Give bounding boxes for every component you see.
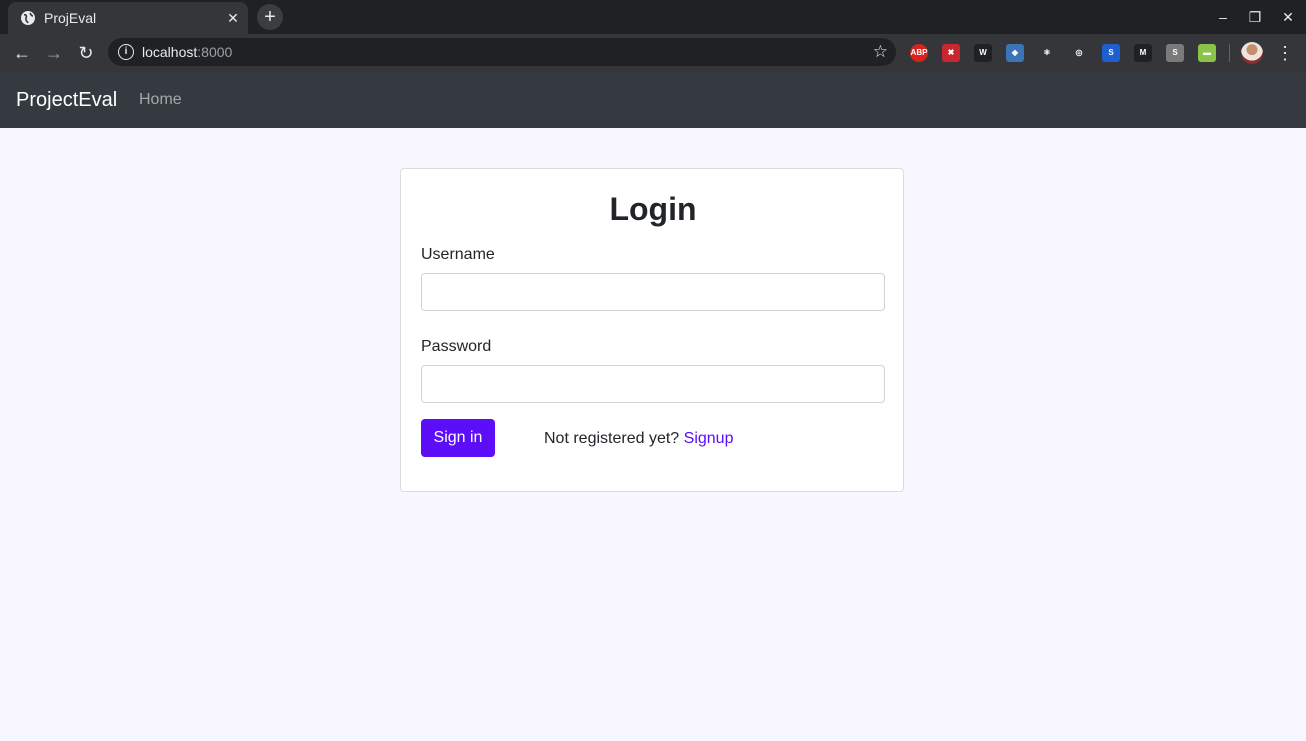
window-close-icon[interactable]: ✕ (1277, 8, 1299, 26)
url-host: localhost (142, 44, 198, 60)
extension-m-icon[interactable]: M (1134, 44, 1152, 62)
password-field[interactable] (421, 365, 885, 403)
extension-green-icon[interactable]: ▬ (1198, 44, 1216, 62)
signup-prompt-text: Not registered yet? (544, 430, 680, 447)
url-text: localhost:8000 (142, 44, 232, 60)
globe-icon (21, 11, 35, 25)
python-icon[interactable]: ◆ (1006, 44, 1024, 62)
bookmark-star-icon[interactable]: ☆ (873, 42, 888, 62)
extension-w-icon[interactable]: W (974, 44, 992, 62)
extension-s-blue-icon[interactable]: S (1102, 44, 1120, 62)
adblock-plus-icon[interactable]: ABP (910, 44, 928, 62)
target-icon[interactable]: ◎ (1070, 44, 1088, 62)
password-label: Password (421, 338, 492, 355)
browser-menu-icon[interactable]: ⋮ (1276, 42, 1294, 64)
login-card: Login Username Password Sign in Not regi… (400, 168, 904, 492)
reload-icon[interactable]: ↻ (75, 42, 97, 64)
address-bar[interactable]: i localhost:8000 ☆ (108, 38, 896, 66)
page-title: Login (609, 191, 697, 227)
signup-prompt: Not registered yet? Signup (544, 430, 733, 448)
site-info-icon[interactable]: i (118, 44, 134, 60)
extension-s-gray-icon[interactable]: S (1166, 44, 1184, 62)
site-navbar: ProjectEval Home (0, 72, 1306, 128)
browser-tab-bar: ProjEval ✕ + – ❐ ✕ (0, 0, 1306, 34)
browser-toolbar: ← → ↻ i localhost:8000 ☆ ABP ✖ W ◆ ⚛ ◎ S M S ▬ ⋮ (0, 34, 1306, 72)
tab-close-icon[interactable]: ✕ (224, 9, 242, 27)
minimize-icon[interactable]: – (1212, 8, 1234, 26)
profile-avatar[interactable] (1241, 42, 1263, 64)
tab-title: ProjEval (44, 10, 97, 26)
toolbar-divider (1229, 44, 1230, 62)
username-field[interactable] (421, 273, 885, 311)
url-port: :8000 (197, 44, 233, 60)
browser-tab[interactable]: ProjEval ✕ (8, 2, 248, 34)
forward-icon[interactable]: → (43, 42, 65, 64)
nav-link-home[interactable]: Home (139, 91, 182, 109)
react-devtools-icon[interactable]: ⚛ (1038, 44, 1056, 62)
back-icon[interactable]: ← (11, 42, 33, 64)
username-label: Username (421, 246, 495, 263)
navbar-brand[interactable]: ProjectEval (16, 89, 117, 111)
extension-red-icon[interactable]: ✖ (942, 44, 960, 62)
new-tab-button[interactable]: + (257, 4, 283, 30)
signup-link[interactable]: Signup (684, 430, 734, 447)
restore-icon[interactable]: ❐ (1244, 8, 1266, 26)
sign-in-button[interactable]: Sign in (421, 419, 495, 457)
